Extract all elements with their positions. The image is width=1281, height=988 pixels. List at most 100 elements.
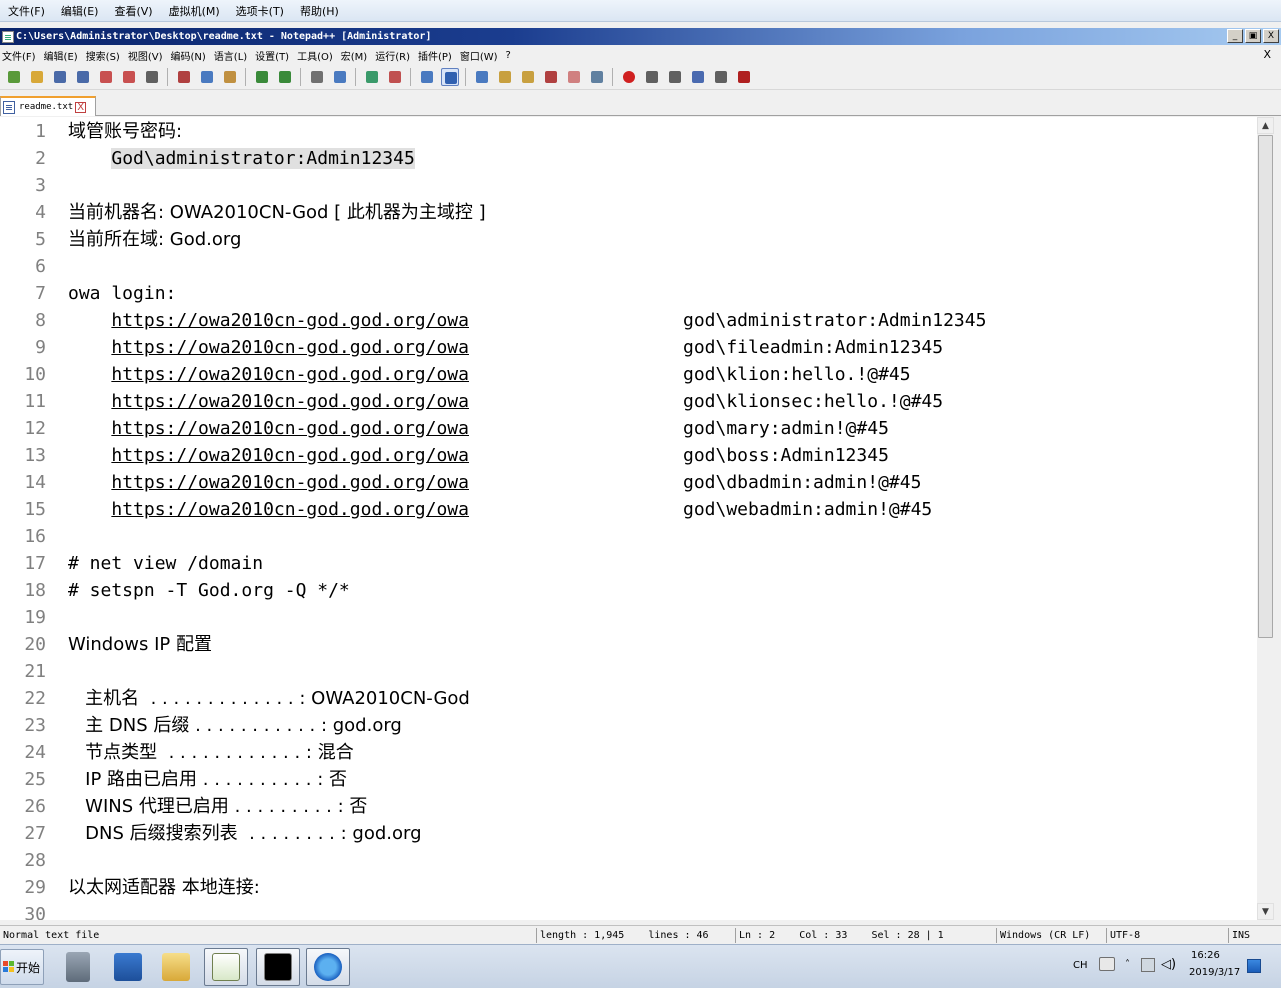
vm-menu-item[interactable]: 虚拟机(M) [161,3,228,19]
close-all-icon[interactable] [120,68,138,86]
close-button[interactable]: X [1263,29,1279,43]
show-all-chars-icon[interactable] [473,68,491,86]
menu-item[interactable]: 文件(F) [0,48,42,63]
run-macro-multiple-icon[interactable] [689,68,707,86]
menu-item[interactable]: 运行(R) [373,48,416,63]
language-indicator[interactable]: CH [1073,960,1088,971]
save-macro-icon[interactable] [712,68,730,86]
menu-item[interactable]: 视图(V) [126,48,169,63]
code-line: https://owa2010cn-god.god.org/owa god\dba… [68,469,921,496]
taskbar-ie[interactable] [306,948,350,986]
show-hidden-icons-icon[interactable]: ˄ [1125,959,1130,970]
line-number: 14 [24,472,46,493]
paste-icon[interactable] [221,68,239,86]
print-icon[interactable] [143,68,161,86]
copy-icon[interactable] [198,68,216,86]
toolbar-separator [355,67,356,86]
network-icon[interactable] [1141,958,1155,972]
code-line: 主机名 . . . . . . . . . . . . . : OWA2010C… [68,688,470,709]
url-link[interactable]: https://owa2010cn-god.god.org/owa [111,418,469,439]
code-area[interactable]: 域管账号密码: God\administrator:Admin12345 当前机器… [68,117,1257,920]
menu-item[interactable]: 搜索(S) [84,48,126,63]
zoom-out-icon[interactable] [386,68,404,86]
menu-item[interactable]: 编辑(E) [42,48,84,63]
url-link[interactable]: https://owa2010cn-god.god.org/owa [111,364,469,385]
menu-item[interactable]: 插件(P) [416,48,458,63]
undo-icon[interactable] [253,68,271,86]
menu-item[interactable]: ? [504,50,517,61]
url-link[interactable]: https://owa2010cn-god.god.org/owa [111,445,469,466]
url-link[interactable]: https://owa2010cn-god.god.org/owa [111,499,469,520]
credential-text: god\boss:Admin12345 [683,445,889,466]
status-position: Ln : 2 Col : 33 Sel : 28 | 1 [735,928,944,943]
minimize-button[interactable]: _ [1227,29,1243,43]
sync-scroll-icon[interactable] [418,68,436,86]
new-file-icon[interactable] [5,68,23,86]
spell-check-icon[interactable] [735,68,753,86]
taskbar-powershell[interactable] [106,948,150,986]
zoom-in-icon[interactable] [363,68,381,86]
vertical-scrollbar[interactable]: ▲ ▼ [1257,117,1274,920]
url-link[interactable]: https://owa2010cn-god.god.org/owa [111,337,469,358]
cut-icon[interactable] [175,68,193,86]
word-wrap-icon[interactable] [440,67,459,86]
code-line: 当前机器名: OWA2010CN-God [ 此机器为主域控 ] [68,202,486,223]
find-icon[interactable] [308,68,326,86]
taskbar-cmd[interactable] [256,948,300,986]
scroll-thumb[interactable] [1258,135,1273,638]
save-icon[interactable] [51,68,69,86]
tab-close-icon[interactable]: X [75,101,87,113]
menu-item[interactable]: 语言(L) [212,48,253,63]
editor[interactable]: 1 2 3 4 5 6 7 8 9 10 11 12 13 14 15 16 17 18 19 20 21 22 23 24 2… [0,117,1257,920]
keyboard-icon[interactable] [1099,957,1115,971]
window-titlebar[interactable]: C:\Users\Administrator\Desktop\readme.tx… [0,28,1281,45]
menu-item[interactable]: 宏(M) [339,48,373,63]
action-center-icon[interactable] [1247,959,1261,973]
vm-menu-item[interactable]: 文件(F) [0,3,53,19]
clock-date[interactable]: 2019/3/17 [1189,967,1240,978]
volume-icon[interactable]: ◁) [1161,957,1176,972]
code-line: owa login: [68,283,177,304]
menu-item[interactable]: 编码(N) [169,48,212,63]
menu-item[interactable]: 窗口(W) [458,48,504,63]
status-insert-mode: INS [1228,928,1250,943]
url-link[interactable]: https://owa2010cn-god.god.org/owa [111,391,469,412]
url-link[interactable]: https://owa2010cn-god.god.org/owa [111,310,469,331]
tab-readme[interactable]: readme.txt X [0,96,96,116]
replace-icon[interactable] [331,68,349,86]
code-line: https://owa2010cn-god.god.org/owa god\kli… [68,388,943,415]
function-list-icon[interactable] [542,68,560,86]
play-macro-icon[interactable] [666,68,684,86]
close-document-button[interactable]: X [1263,48,1271,61]
toolbar-separator [410,67,411,86]
start-button[interactable]: 开始 [0,949,44,985]
save-all-icon[interactable] [74,68,92,86]
maximize-button[interactable]: ▣ [1245,29,1261,43]
line-number: 23 [24,715,46,736]
line-number: 11 [24,391,46,412]
taskbar-notepadpp[interactable] [204,948,248,986]
indent-guide-icon[interactable] [496,68,514,86]
close-icon[interactable] [97,68,115,86]
vm-menu-item[interactable]: 帮助(H) [292,3,347,19]
doc-map-icon[interactable] [519,68,537,86]
menu-item[interactable]: 工具(O) [295,48,339,63]
redo-icon[interactable] [276,68,294,86]
monitoring-icon[interactable] [588,68,606,86]
url-link[interactable]: https://owa2010cn-god.god.org/owa [111,472,469,493]
scroll-down-icon[interactable]: ▼ [1257,903,1274,920]
stop-macro-icon[interactable] [643,68,661,86]
scroll-up-icon[interactable]: ▲ [1257,117,1274,134]
record-macro-icon[interactable] [620,68,638,86]
vm-menu-item[interactable]: 选项卡(T) [228,3,292,19]
vm-menubar: 文件(F) 编辑(E) 查看(V) 虚拟机(M) 选项卡(T) 帮助(H) [0,0,1281,22]
vm-menu-item[interactable]: 编辑(E) [53,3,107,19]
taskbar-server-manager[interactable] [56,948,100,986]
vm-menu-item[interactable]: 查看(V) [106,3,160,19]
menu-item[interactable]: 设置(T) [253,48,295,63]
open-file-icon[interactable] [28,68,46,86]
clock-time[interactable]: 16:26 [1191,950,1220,961]
code-line: DNS 后缀搜索列表 . . . . . . . . : god.org [68,823,422,844]
taskbar-explorer[interactable] [154,948,198,986]
folder-workspace-icon[interactable] [565,68,583,86]
